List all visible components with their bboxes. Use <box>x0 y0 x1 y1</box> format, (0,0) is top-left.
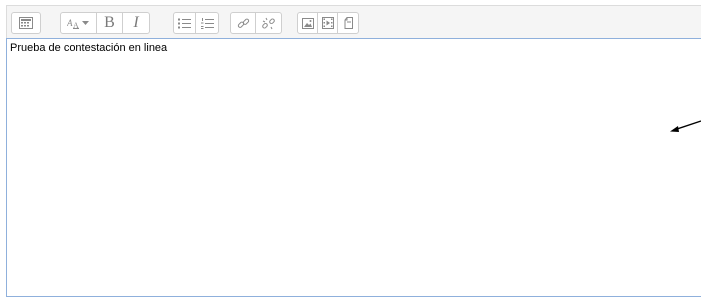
insert-image-icon <box>301 17 314 29</box>
toolbar-bar: A A B I <box>6 5 701 38</box>
manage-files-button[interactable] <box>338 13 358 33</box>
italic-button[interactable]: I <box>123 13 149 33</box>
toolbar-group-lists <box>173 12 219 34</box>
font-style-dropdown-icon: A A <box>67 17 91 29</box>
toolbar-group-text: A A B I <box>60 12 150 34</box>
editor-content-area[interactable]: Prueba de contestación en linea <box>6 38 701 297</box>
unordered-list-button[interactable] <box>174 13 196 33</box>
manage-files-icon <box>343 17 354 29</box>
bold-icon: B <box>104 14 115 31</box>
toolbar-group-insert <box>297 12 359 34</box>
unlink-icon <box>262 17 275 30</box>
ordered-list-icon <box>200 17 214 29</box>
link-icon <box>237 17 250 30</box>
show-more-buttons-icon <box>19 17 33 29</box>
pointer-arrow-icon <box>668 116 701 141</box>
show-more-buttons[interactable] <box>12 13 40 33</box>
insert-media-button[interactable] <box>318 13 338 33</box>
font-style-dropdown[interactable]: A A <box>61 13 97 33</box>
insert-media-icon <box>321 17 334 29</box>
ordered-list-button[interactable] <box>196 13 218 33</box>
unlink-button[interactable] <box>256 13 281 33</box>
link-button[interactable] <box>231 13 256 33</box>
editor-text[interactable]: Prueba de contestación en linea <box>10 42 167 54</box>
toolbar-group-links <box>230 12 282 34</box>
italic-icon: I <box>133 14 139 31</box>
toolbar-group-collapse <box>11 12 41 34</box>
insert-image-button[interactable] <box>298 13 318 33</box>
unordered-list-icon <box>178 18 191 29</box>
bold-button[interactable]: B <box>97 13 123 33</box>
svg-text:A: A <box>73 21 79 29</box>
